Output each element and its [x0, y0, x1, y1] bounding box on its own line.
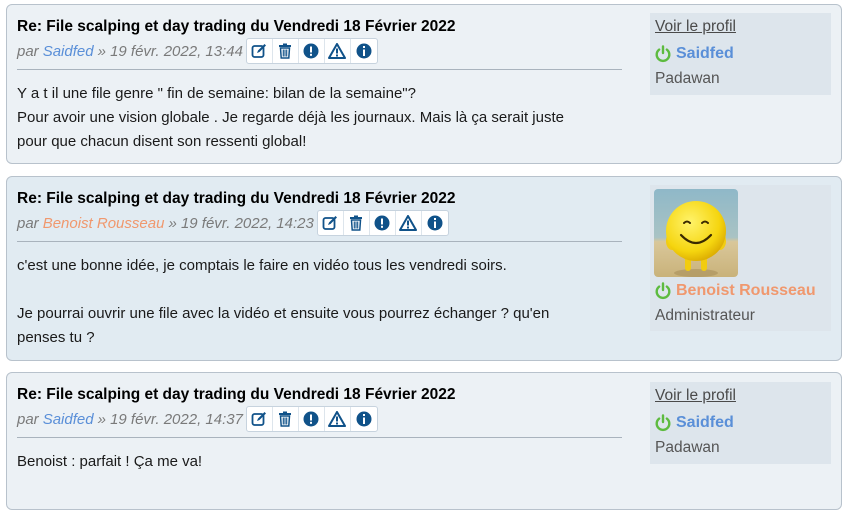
delete-button[interactable]	[273, 407, 299, 431]
warn-button[interactable]	[370, 211, 396, 235]
post-meta: par Saidfed » 19 févr. 2022, 13:44	[17, 38, 378, 64]
profile-username[interactable]: Saidfed	[654, 414, 734, 432]
delete-icon	[279, 411, 292, 427]
delete-button[interactable]	[344, 211, 370, 235]
post-meta: par Benoist Rousseau » 19 févr. 2022, 14…	[17, 210, 449, 236]
edit-button[interactable]	[247, 39, 273, 63]
post-author-link[interactable]: Benoist Rousseau	[43, 215, 165, 232]
post-content: c'est une bonne idée, je comptais le fai…	[17, 254, 622, 350]
content-line: pour que chacun disent son ressenti glob…	[17, 133, 307, 150]
warning-icon	[374, 215, 390, 231]
online-status-icon	[654, 45, 672, 63]
report-button[interactable]	[325, 39, 351, 63]
content-line: Pour avoir une vision globale . Je regar…	[17, 109, 564, 126]
warn-button[interactable]	[299, 407, 325, 431]
by-label: par	[17, 42, 39, 60]
profile-username-text: Benoist Rousseau	[676, 282, 816, 299]
info-icon	[427, 215, 443, 231]
edit-button[interactable]	[318, 211, 344, 235]
view-profile-link[interactable]: Voir le profil	[655, 387, 736, 405]
post: Re: File scalping et day trading du Vend…	[6, 372, 842, 510]
post-author-link[interactable]: Saidfed	[43, 43, 94, 60]
report-icon	[328, 43, 347, 59]
content-line: penses tu ?	[17, 329, 95, 346]
post-title[interactable]: Re: File scalping et day trading du Vend…	[17, 386, 455, 404]
content-line: Benoist : parfait ! Ça me va!	[17, 453, 203, 470]
report-icon	[399, 215, 418, 231]
post-title[interactable]: Re: File scalping et day trading du Vend…	[17, 190, 455, 208]
post-actions	[316, 210, 449, 236]
post-meta: par Saidfed » 19 févr. 2022, 14:37	[17, 406, 378, 432]
report-button[interactable]	[325, 407, 351, 431]
online-status-icon	[654, 282, 672, 300]
edit-icon	[252, 412, 267, 426]
delete-icon	[279, 43, 292, 59]
report-button[interactable]	[396, 211, 422, 235]
online-status-icon	[654, 414, 672, 432]
post: Re: File scalping et day trading du Vend…	[6, 4, 842, 164]
post-author-link[interactable]: Saidfed	[43, 411, 94, 428]
post-date: » 19 févr. 2022, 14:23	[168, 214, 314, 232]
post-actions	[245, 406, 378, 432]
info-icon	[356, 411, 372, 427]
post-date: » 19 févr. 2022, 14:37	[97, 410, 243, 428]
post-separator	[17, 437, 622, 438]
content-line: Je pourrai ouvrir une file avec la vidéo…	[17, 305, 550, 322]
post-actions	[245, 38, 378, 64]
content-line: Y a t il une file genre " fin de semaine…	[17, 85, 416, 102]
view-profile-link[interactable]: Voir le profil	[655, 18, 736, 36]
warning-icon	[303, 411, 319, 427]
avatar[interactable]	[654, 189, 738, 277]
post-date: » 19 févr. 2022, 13:44	[97, 42, 243, 60]
post-profile: Benoist Rousseau Administrateur	[650, 185, 831, 331]
warn-button[interactable]	[299, 39, 325, 63]
post-content: Benoist : parfait ! Ça me va!	[17, 450, 622, 474]
profile-rank: Padawan	[655, 439, 720, 456]
edit-button[interactable]	[247, 407, 273, 431]
profile-username-text: Saidfed	[676, 45, 734, 62]
profile-rank: Padawan	[655, 70, 720, 87]
by-label: par	[17, 214, 39, 232]
post-content: Y a t il une file genre " fin de semaine…	[17, 82, 622, 154]
profile-username[interactable]: Benoist Rousseau	[654, 282, 816, 300]
info-button[interactable]	[422, 211, 448, 235]
info-button[interactable]	[351, 407, 377, 431]
profile-username[interactable]: Saidfed	[654, 45, 734, 63]
post-separator	[17, 241, 622, 242]
post-profile: Voir le profil Saidfed Padawan	[650, 382, 831, 464]
post-title[interactable]: Re: File scalping et day trading du Vend…	[17, 18, 455, 36]
post-separator	[17, 69, 622, 70]
edit-icon	[322, 216, 338, 230]
warning-icon	[303, 43, 319, 59]
edit-icon	[252, 44, 267, 58]
info-icon	[356, 43, 372, 59]
delete-icon	[350, 215, 363, 231]
info-button[interactable]	[351, 39, 377, 63]
profile-username-text: Saidfed	[676, 414, 734, 431]
report-icon	[328, 411, 347, 427]
content-line: c'est une bonne idée, je comptais le fai…	[17, 257, 507, 274]
post-profile: Voir le profil Saidfed Padawan	[650, 13, 831, 95]
by-label: par	[17, 410, 39, 428]
delete-button[interactable]	[273, 39, 299, 63]
profile-rank: Administrateur	[655, 307, 755, 324]
post: Re: File scalping et day trading du Vend…	[6, 176, 842, 361]
